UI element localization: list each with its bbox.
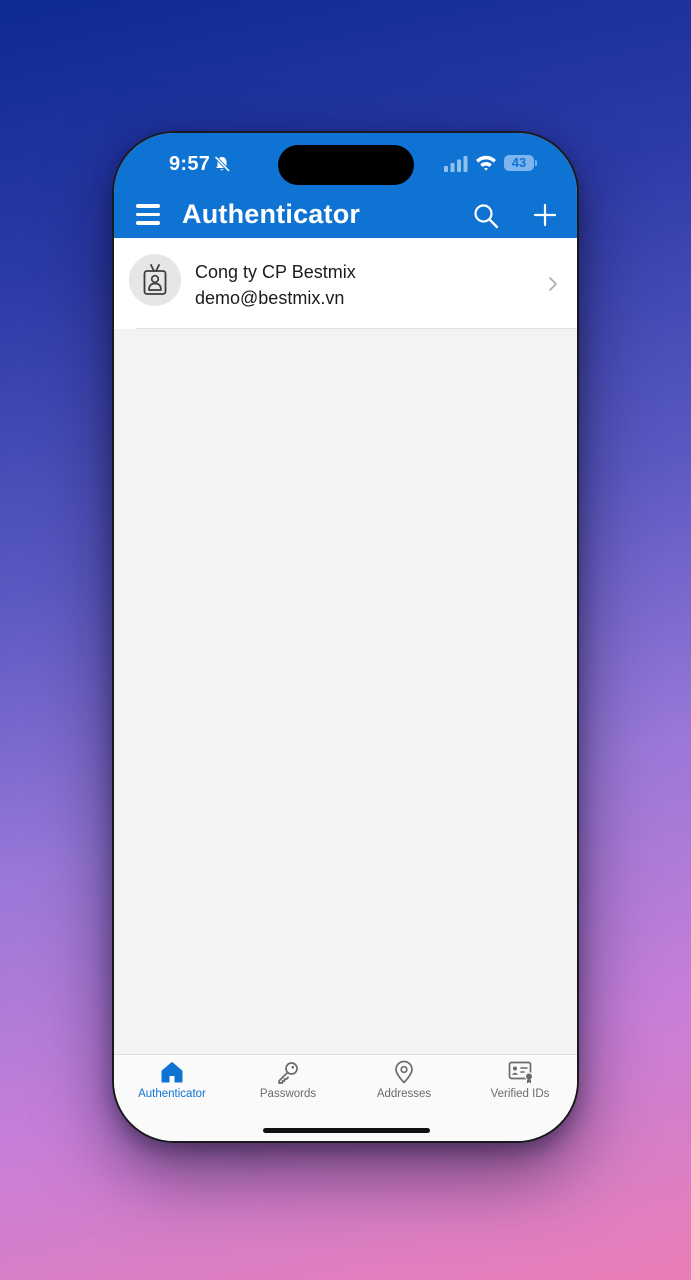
account-avatar: [129, 254, 181, 306]
row-divider: [136, 328, 577, 329]
tab-authenticator[interactable]: Authenticator: [114, 1055, 230, 1115]
tab-label-authenticator: Authenticator: [138, 1088, 206, 1100]
id-badge-icon: [143, 264, 167, 295]
dynamic-island: [278, 145, 414, 185]
phone-frame: 9:57 43 Authenticator Cong ty CP Bestmix…: [112, 131, 579, 1143]
battery-icon: 43: [504, 155, 534, 171]
location-pin-icon: [395, 1060, 413, 1084]
tab-addresses[interactable]: Addresses: [346, 1055, 462, 1115]
account-list-item[interactable]: Cong ty CP Bestmix demo@bestmix.vn: [114, 238, 577, 329]
account-email: demo@bestmix.vn: [195, 288, 345, 308]
app-header: 9:57 43 Authenticator: [114, 133, 577, 238]
tab-passwords[interactable]: Passwords: [230, 1055, 346, 1115]
tab-label-verified-ids: Verified IDs: [490, 1088, 550, 1100]
key-icon: [278, 1062, 298, 1084]
tab-verified-ids[interactable]: Verified IDs: [462, 1055, 577, 1115]
verified-id-card-icon: [508, 1061, 534, 1084]
bell-off-icon: [214, 155, 231, 173]
tab-label-passwords: Passwords: [259, 1088, 317, 1100]
tab-label-addresses: Addresses: [376, 1088, 432, 1100]
hamburger-menu-icon[interactable]: [136, 204, 160, 226]
cellular-signal-icon: [444, 156, 468, 172]
plus-icon[interactable]: [533, 203, 557, 227]
status-time: 9:57: [169, 153, 211, 175]
account-name: Cong ty CP Bestmix: [195, 262, 356, 282]
home-indicator: [263, 1128, 430, 1133]
search-icon[interactable]: [473, 203, 499, 229]
chevron-right-icon: [549, 277, 557, 291]
battery-cap: [535, 160, 537, 166]
app-screen: 9:57 43 Authenticator Cong ty CP Bestmix…: [114, 133, 577, 1141]
home-icon: [161, 1062, 183, 1083]
wifi-icon: [476, 155, 496, 171]
page-title: Authenticator: [182, 199, 361, 229]
